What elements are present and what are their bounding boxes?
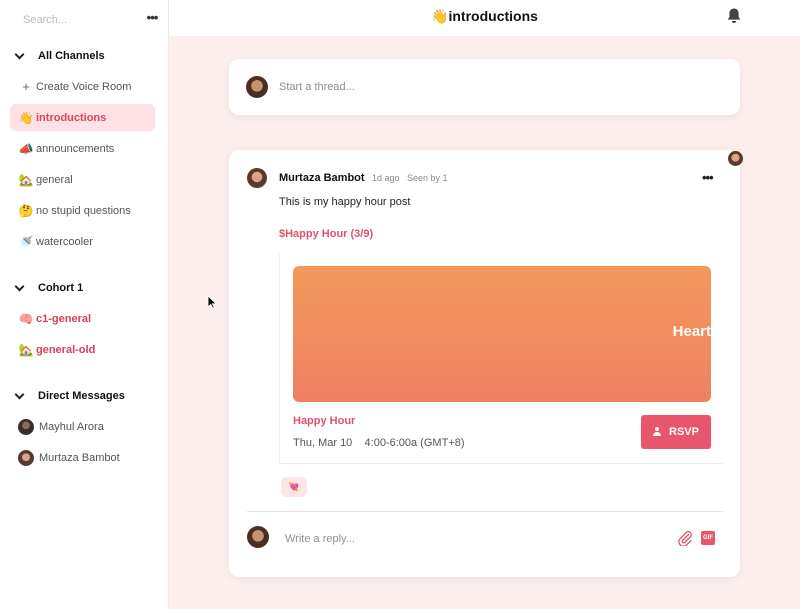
event-card: Heart Happy Hour Thu, Mar 10 4:00-6:00a … bbox=[279, 254, 723, 464]
section-direct-messages[interactable]: Direct Messages bbox=[14, 387, 125, 405]
sidebar: ••• All Channels + Create Voice Room 👋 i… bbox=[0, 0, 169, 609]
section-title: All Channels bbox=[38, 50, 105, 62]
reaction-button[interactable]: 💘 bbox=[281, 477, 307, 497]
post-body: This is my happy hour post bbox=[279, 196, 411, 208]
dm-label: Murtaza Bambot bbox=[39, 451, 120, 464]
search-row: ••• bbox=[0, 0, 169, 38]
channel-watercooler[interactable]: 🚿 watercooler bbox=[10, 228, 155, 255]
channel-c1-general[interactable]: 🧠 c1-general bbox=[10, 305, 155, 332]
avatar bbox=[246, 76, 268, 98]
section-title: Cohort 1 bbox=[38, 282, 84, 294]
search-input[interactable] bbox=[14, 11, 124, 29]
avatar bbox=[247, 526, 269, 548]
channel-label: general-old bbox=[36, 343, 96, 356]
channel-introductions[interactable]: 👋 introductions bbox=[10, 104, 155, 131]
channel-label: no stupid questions bbox=[36, 204, 131, 217]
banner-text: Heart bbox=[672, 323, 711, 340]
channel-label: introductions bbox=[36, 111, 107, 124]
event-link[interactable]: $Happy Hour (3/9) bbox=[279, 228, 373, 240]
channel-label: announcements bbox=[36, 142, 115, 155]
dm-mayhul-arora[interactable]: Mayhul Arora bbox=[10, 413, 155, 440]
person-icon bbox=[653, 427, 663, 437]
create-voice-room-button[interactable]: + Create Voice Room bbox=[10, 73, 155, 100]
event-name[interactable]: Happy Hour bbox=[293, 415, 355, 427]
section-title: Direct Messages bbox=[38, 390, 125, 402]
avatar bbox=[728, 151, 743, 166]
channel-label: c1-general bbox=[36, 312, 92, 325]
section-all-channels[interactable]: All Channels bbox=[14, 47, 105, 65]
main-feed: Murtaza Bambot 1d ago Seen by 1 ••• This… bbox=[169, 36, 800, 609]
top-bar: 👋introductions bbox=[169, 0, 800, 36]
heart-emoji-icon: 💘 bbox=[288, 481, 300, 492]
sidebar-more-button[interactable]: ••• bbox=[143, 9, 161, 27]
rsvp-button[interactable]: RSVP bbox=[641, 415, 711, 449]
avatar bbox=[18, 449, 34, 466]
mouse-cursor-icon bbox=[207, 295, 217, 309]
create-voice-room-label: Create Voice Room bbox=[36, 80, 132, 93]
page-title: 👋introductions bbox=[431, 8, 538, 24]
post-author[interactable]: Murtaza Bambot bbox=[279, 172, 365, 184]
post-meta: 1d ago Seen by 1 bbox=[372, 173, 448, 183]
house-emoji-icon: 🏡 bbox=[18, 172, 34, 187]
shower-emoji-icon: 🚿 bbox=[18, 234, 34, 249]
gif-button[interactable]: GIF bbox=[701, 531, 715, 545]
channel-label: watercooler bbox=[36, 235, 93, 248]
bell-icon[interactable] bbox=[726, 7, 742, 25]
event-time: Thu, Mar 10 4:00-6:00a (GMT+8) bbox=[293, 437, 465, 449]
plus-icon: + bbox=[22, 79, 30, 94]
reply-input[interactable] bbox=[285, 529, 665, 549]
dm-label: Mayhul Arora bbox=[39, 420, 104, 433]
dm-murtaza-bambot[interactable]: Murtaza Bambot bbox=[10, 444, 155, 471]
channel-general-old[interactable]: 🏡 general-old bbox=[10, 336, 155, 363]
event-banner[interactable]: Heart bbox=[293, 266, 711, 402]
paperclip-icon[interactable] bbox=[677, 530, 693, 546]
rsvp-label: RSVP bbox=[669, 426, 699, 438]
channel-no-stupid-questions[interactable]: 🤔 no stupid questions bbox=[10, 197, 155, 224]
avatar bbox=[247, 168, 267, 188]
channel-announcements[interactable]: 📣 announcements bbox=[10, 135, 155, 162]
divider bbox=[247, 511, 723, 512]
section-cohort-1[interactable]: Cohort 1 bbox=[14, 279, 83, 297]
channel-general[interactable]: 🏡 general bbox=[10, 166, 155, 193]
brain-emoji-icon: 🧠 bbox=[18, 311, 34, 326]
chevron-down-icon bbox=[14, 283, 24, 293]
wave-emoji-icon: 👋 bbox=[18, 110, 34, 125]
start-thread-input[interactable] bbox=[279, 76, 699, 98]
chevron-down-icon bbox=[14, 391, 24, 401]
megaphone-emoji-icon: 📣 bbox=[18, 141, 34, 156]
chevron-down-icon bbox=[14, 51, 24, 61]
post-more-button[interactable]: ••• bbox=[702, 170, 714, 185]
channel-label: general bbox=[36, 173, 73, 186]
post-card: Murtaza Bambot 1d ago Seen by 1 ••• This… bbox=[229, 150, 740, 577]
house-emoji-icon: 🏡 bbox=[18, 342, 34, 357]
avatar bbox=[18, 418, 34, 435]
thread-composer bbox=[229, 59, 740, 115]
thinking-emoji-icon: 🤔 bbox=[18, 203, 34, 218]
